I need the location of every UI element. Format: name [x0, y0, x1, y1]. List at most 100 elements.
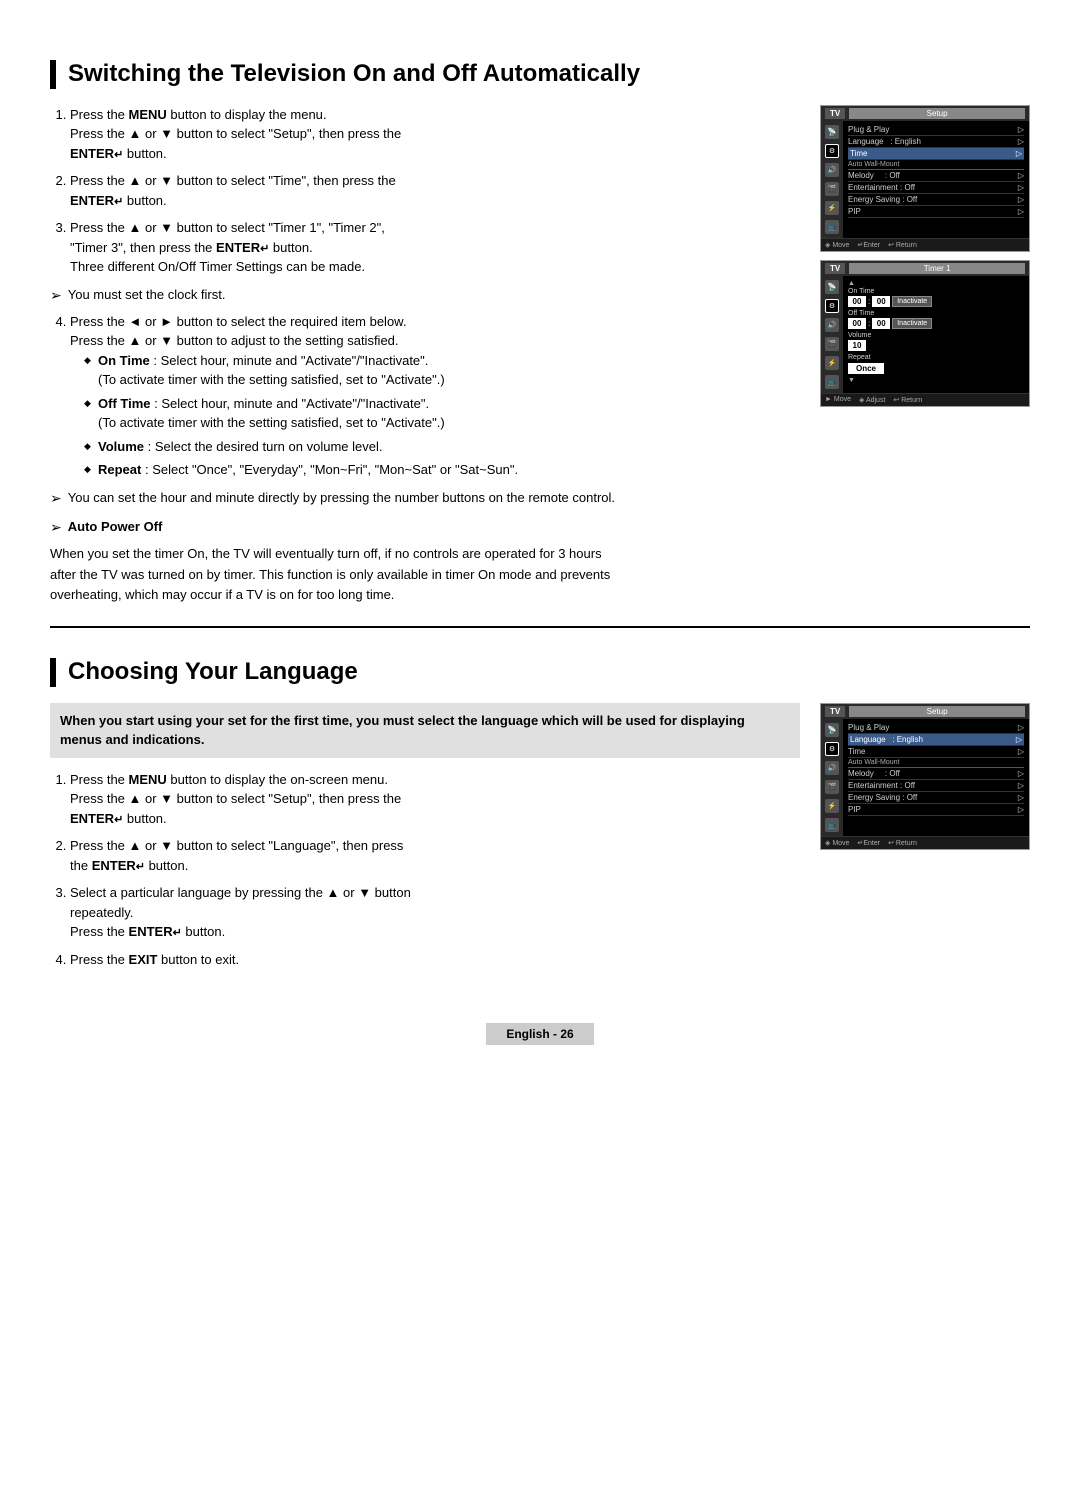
setup-title-2: Setup — [849, 706, 1025, 717]
timer-screen-footer: ► Move ◈ Adjust ↩ Return — [821, 393, 1029, 406]
timer-title: Timer 1 — [849, 263, 1025, 274]
footer-adjust-timer: ◈ Adjust — [859, 396, 885, 404]
step-1: Press the MENU button to display the men… — [70, 105, 800, 164]
tv-sidebar-timer: 📡 ⚙ 🔊 🎬 ⚡ 📺 — [821, 276, 843, 393]
on-time-colon: : — [868, 297, 870, 306]
menu2-item-pip: PIP▷ — [848, 804, 1024, 816]
setup-screen-2-body: 📡 ⚙ 🔊 🎬 ⚡ 📺 Plug & Play▷ Language : Engl… — [821, 719, 1029, 836]
setup-screen-2-header: TV Setup — [821, 704, 1029, 719]
section-divider — [50, 626, 1030, 628]
bullet-list: On Time : Select hour, minute and "Activ… — [70, 351, 800, 480]
tv-label-2: TV — [825, 706, 845, 717]
sidebar2-icon-4: 🎬 — [825, 780, 839, 794]
note-number-buttons: You can set the hour and minute directly… — [50, 488, 800, 509]
sidebar2-icon-2: ⚙ — [825, 742, 839, 756]
sidebar-icon-5: ⚡ — [825, 201, 839, 215]
step4-list: Press the ◄ or ► button to select the re… — [50, 312, 800, 480]
volume-value: 10 — [848, 340, 866, 351]
step-2: Press the ▲ or ▼ button to select "Time"… — [70, 171, 800, 210]
timer-sidebar-icon-2: ⚙ — [825, 299, 839, 313]
lang-step-2: Press the ▲ or ▼ button to select "Langu… — [70, 836, 800, 875]
menu-item-pip: PIP▷ — [848, 206, 1024, 218]
footer-move-2: ◈ Move — [825, 839, 849, 847]
off-time-hour: 00 — [848, 318, 866, 329]
repeat-row: Once — [848, 362, 1024, 374]
step-4: Press the ◄ or ► button to select the re… — [70, 312, 800, 480]
menu2-item-melody: Melody : Off▷ — [848, 768, 1024, 780]
timer-sidebar-icon-6: 📺 — [825, 375, 839, 389]
menu2-item-language: Language : English▷ — [848, 734, 1024, 746]
menu-item-entertainment: Entertainment : Off▷ — [848, 182, 1024, 194]
tv-sidebar-2: 📡 ⚙ 🔊 🎬 ⚡ 📺 — [821, 719, 843, 836]
off-time-row: 00 : 00 Inactivate — [848, 318, 1024, 329]
section2-ui-column: TV Setup 📡 ⚙ 🔊 🎬 ⚡ 📺 Plug & Play▷ — [820, 703, 1030, 978]
bullet-off-time: Off Time : Select hour, minute and "Acti… — [86, 394, 800, 433]
sidebar2-icon-5: ⚡ — [825, 799, 839, 813]
on-time-btn: Inactivate — [892, 296, 932, 307]
repeat-value: Once — [848, 363, 884, 374]
lang-intro: When you start using your set for the fi… — [50, 703, 800, 758]
sidebar-icon-2: ⚙ — [825, 144, 839, 158]
timer-sidebar-icon-1: 📡 — [825, 280, 839, 294]
lang-step-4: Press the EXIT button to exit. — [70, 950, 800, 970]
section1-steps: Press the MENU button to display the men… — [50, 105, 800, 277]
step-3: Press the ▲ or ▼ button to select "Timer… — [70, 218, 800, 277]
repeat-label: Repeat — [848, 354, 1024, 361]
menu2-item-time: Time▷ — [848, 746, 1024, 758]
page-number: English - 26 — [486, 1023, 593, 1045]
off-time-btn: Inactivate — [892, 318, 932, 329]
note-number-buttons-text: You can set the hour and minute directly… — [68, 488, 615, 508]
footer-move-1: ◈ Move — [825, 241, 849, 249]
timer-sidebar-icon-4: 🎬 — [825, 337, 839, 351]
bullet-repeat: Repeat : Select "Once", "Everyday", "Mon… — [86, 460, 800, 480]
on-time-min: 00 — [872, 296, 890, 307]
sidebar2-icon-3: 🔊 — [825, 761, 839, 775]
section2-text: When you start using your set for the fi… — [50, 703, 800, 978]
tv-label-timer: TV — [825, 263, 845, 274]
off-time-colon: : — [868, 319, 870, 328]
setup-screen-2-footer: ◈ Move ↵Enter ↩ Return — [821, 836, 1029, 849]
sidebar-icon-6: 📺 — [825, 220, 839, 234]
setup-screen-2: TV Setup 📡 ⚙ 🔊 🎬 ⚡ 📺 Plug & Play▷ — [820, 703, 1030, 850]
menu-item-melody: Melody : Off▷ — [848, 170, 1024, 182]
footer-enter-2: ↵Enter — [857, 839, 880, 847]
auto-power-title: Auto Power Off — [68, 517, 163, 537]
section1-ui-column: TV Setup 📡 ⚙ 🔊 🎬 ⚡ 📺 Plug & Play▷ — [820, 105, 1030, 606]
timer-sidebar-icon-5: ⚡ — [825, 356, 839, 370]
timer-screen: TV Timer 1 📡 ⚙ 🔊 🎬 ⚡ 📺 ▲ On Time 00 — [820, 260, 1030, 407]
section2-title: Choosing Your Language — [50, 658, 1030, 687]
auto-power-section: Auto Power Off When you set the timer On… — [50, 517, 800, 606]
auto-power-text: When you set the timer On, the TV will e… — [50, 544, 800, 606]
menu2-item-entertainment: Entertainment : Off▷ — [848, 780, 1024, 792]
setup-screen-1-body: 📡 ⚙ 🔊 🎬 ⚡ 📺 Plug & Play▷ Language : Engl… — [821, 121, 1029, 238]
timer-sidebar-icon-3: 🔊 — [825, 318, 839, 332]
menu-item-plug: Plug & Play▷ — [848, 124, 1024, 136]
section1-content: Press the MENU button to display the men… — [50, 105, 1030, 606]
setup-screen-1-footer: ◈ Move ↵Enter ↩ Return — [821, 238, 1029, 251]
menu2-item-wallmount: Auto Wall-Mount — [848, 758, 1024, 768]
volume-label: Volume — [848, 332, 1024, 339]
setup-menu-1: Plug & Play▷ Language : English▷ Time▷ A… — [843, 121, 1029, 238]
on-time-hour: 00 — [848, 296, 866, 307]
menu-item-energy: Energy Saving : Off▷ — [848, 194, 1024, 206]
sidebar2-icon-1: 📡 — [825, 723, 839, 737]
auto-power-title-row: Auto Power Off — [50, 517, 800, 538]
sidebar-icon-3: 🔊 — [825, 163, 839, 177]
on-time-row: 00 : 00 Inactivate — [848, 296, 1024, 307]
sidebar-icon-1: 📡 — [825, 125, 839, 139]
footer-enter-1: ↵Enter — [857, 241, 880, 249]
on-time-label: On Time — [848, 288, 1024, 295]
sidebar-icon-4: 🎬 — [825, 182, 839, 196]
off-time-label: Off Time — [848, 310, 1024, 317]
note-clock-text: You must set the clock first. — [68, 285, 226, 305]
menu2-item-plug: Plug & Play▷ — [848, 722, 1024, 734]
footer-move-timer: ► Move — [825, 396, 851, 404]
off-time-min: 00 — [872, 318, 890, 329]
lang-step-1: Press the MENU button to display the on-… — [70, 770, 800, 829]
lang-step-3: Select a particular language by pressing… — [70, 883, 800, 942]
footer-return-timer: ↩ Return — [893, 396, 922, 404]
section2-steps: Press the MENU button to display the on-… — [50, 770, 800, 970]
bullet-on-time: On Time : Select hour, minute and "Activ… — [86, 351, 800, 390]
timer-menu-body: ▲ On Time 00 : 00 Inactivate Off Time 00… — [843, 276, 1029, 393]
menu2-item-energy: Energy Saving : Off▷ — [848, 792, 1024, 804]
